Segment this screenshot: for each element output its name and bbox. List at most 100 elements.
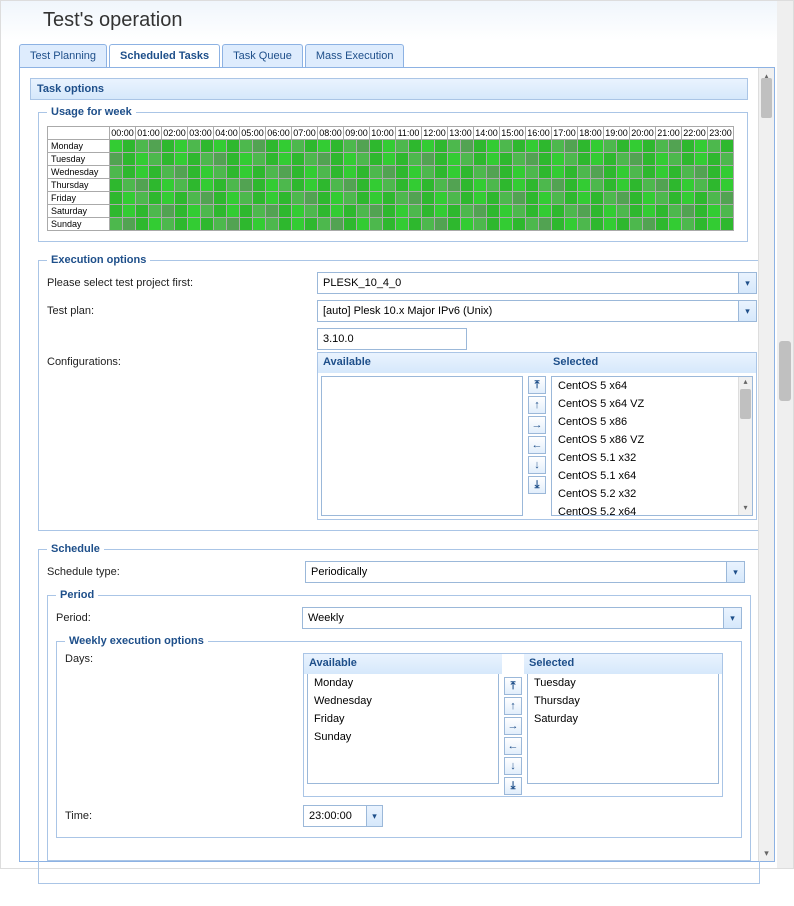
scroll-down-icon[interactable]: ▾: [739, 503, 752, 515]
list-item[interactable]: Friday: [308, 710, 498, 728]
list-item[interactable]: Sunday: [308, 728, 498, 746]
heatmap-cell: [279, 140, 292, 153]
scroll-thumb[interactable]: [761, 78, 772, 118]
heatmap-cell: [149, 218, 162, 231]
heatmap-cell: [500, 153, 513, 166]
move-left-button[interactable]: ←: [504, 737, 522, 755]
heatmap-cell: [214, 179, 227, 192]
heatmap-cell: [149, 205, 162, 218]
move-up-button[interactable]: ↑: [504, 697, 522, 715]
days-available-list[interactable]: MondayWednesdayFridaySunday: [307, 674, 499, 784]
time-select[interactable]: 23:00:00 ▾: [303, 805, 383, 827]
heatmap-cell: [617, 166, 630, 179]
heatmap-cell: [474, 166, 487, 179]
list-item[interactable]: Saturday: [528, 710, 718, 728]
hour-header: 12:00: [422, 127, 448, 140]
scroll-down-icon[interactable]: ▾: [759, 845, 774, 861]
project-value: PLESK_10_4_0: [323, 277, 401, 289]
hour-header: 01:00: [136, 127, 162, 140]
project-select[interactable]: PLESK_10_4_0 ▾: [317, 272, 757, 294]
list-item[interactable]: Tuesday: [528, 674, 718, 692]
heatmap-cell: [123, 179, 136, 192]
heatmap-cell: [721, 205, 734, 218]
move-bottom-button[interactable]: ⤓: [528, 476, 546, 494]
move-top-button[interactable]: ⤒: [504, 677, 522, 695]
heatmap-cell: [123, 218, 136, 231]
heatmap-cell: [513, 166, 526, 179]
tab-scheduled-tasks[interactable]: Scheduled Tasks: [109, 44, 220, 67]
list-item[interactable]: CentOS 5 x86 VZ: [552, 431, 752, 449]
window-scrollbar[interactable]: [777, 1, 793, 868]
heatmap-cell: [539, 218, 552, 231]
list-item[interactable]: Thursday: [528, 692, 718, 710]
list-item[interactable]: CentOS 5 x86: [552, 413, 752, 431]
list-item[interactable]: CentOS 5.2 x64: [552, 503, 752, 516]
scroll-up-icon[interactable]: ▴: [739, 377, 752, 389]
heatmap-cell: [565, 166, 578, 179]
list-item[interactable]: CentOS 5.2 x32: [552, 485, 752, 503]
heatmap-cell: [708, 166, 721, 179]
heatmap-cell: [409, 140, 422, 153]
heatmap-cell: [422, 205, 435, 218]
tab-mass-execution[interactable]: Mass Execution: [305, 44, 405, 67]
tab-task-queue[interactable]: Task Queue: [222, 44, 303, 67]
heatmap-cell: [604, 218, 617, 231]
scroll-thumb[interactable]: [779, 341, 791, 401]
tab-test-planning[interactable]: Test Planning: [19, 44, 107, 67]
day-label: Monday: [48, 140, 110, 153]
plan-select[interactable]: [auto] Plesk 10.x Major IPv6 (Unix) ▾: [317, 300, 757, 322]
heatmap-cell: [175, 205, 188, 218]
heatmap-cell: [682, 218, 695, 231]
heatmap-cell: [643, 192, 656, 205]
list-item[interactable]: Monday: [308, 674, 498, 692]
move-left-button[interactable]: ←: [528, 436, 546, 454]
heatmap-cell: [266, 153, 279, 166]
heatmap-cell: [214, 205, 227, 218]
move-right-button[interactable]: →: [528, 416, 546, 434]
weekly-legend: Weekly execution options: [65, 635, 208, 647]
move-bottom-button[interactable]: ⤓: [504, 777, 522, 795]
scroll-thumb[interactable]: [740, 389, 751, 419]
hour-header: 02:00: [162, 127, 188, 140]
heatmap-cell: [656, 205, 669, 218]
heatmap-cell: [578, 140, 591, 153]
heatmap-cell: [110, 205, 123, 218]
heatmap-cell: [305, 192, 318, 205]
list-item[interactable]: CentOS 5 x64 VZ: [552, 395, 752, 413]
heatmap-cell: [175, 166, 188, 179]
heatmap-cell: [435, 205, 448, 218]
day-label: Sunday: [48, 218, 110, 231]
heatmap-cell: [565, 140, 578, 153]
list-item[interactable]: CentOS 5.1 x64: [552, 467, 752, 485]
project-label: Please select test project first:: [47, 277, 317, 289]
move-up-button[interactable]: ↑: [528, 396, 546, 414]
schedule-type-select[interactable]: Periodically ▾: [305, 561, 745, 583]
heatmap-cell: [565, 179, 578, 192]
version-input[interactable]: 3.10.0: [317, 328, 467, 350]
move-right-button[interactable]: →: [504, 717, 522, 735]
heatmap-cell: [136, 166, 149, 179]
content-scrollbar[interactable]: ▴ ▾: [758, 68, 774, 861]
heatmap-cell: [695, 166, 708, 179]
heatmap-cell: [201, 140, 214, 153]
heatmap-cell: [422, 140, 435, 153]
move-top-button[interactable]: ⤒: [528, 376, 546, 394]
heatmap-cell: [123, 166, 136, 179]
move-down-button[interactable]: ↓: [504, 757, 522, 775]
heatmap-cell: [279, 166, 292, 179]
list-item[interactable]: Wednesday: [308, 692, 498, 710]
heatmap-cell: [669, 166, 682, 179]
config-selected-list[interactable]: ▴ ▾ CentOS 5 x64CentOS 5 x64 VZCentOS 5 …: [551, 376, 753, 516]
list-item[interactable]: CentOS 5 x64: [552, 377, 752, 395]
period-select[interactable]: Weekly ▾: [302, 607, 742, 629]
heatmap-cell: [409, 153, 422, 166]
heatmap-cell: [214, 140, 227, 153]
weekly-fieldset: Weekly execution options Days: Available…: [56, 635, 742, 838]
heatmap-cell: [123, 140, 136, 153]
move-down-button[interactable]: ↓: [528, 456, 546, 474]
heatmap-cell: [630, 166, 643, 179]
list-item[interactable]: CentOS 5.1 x32: [552, 449, 752, 467]
config-available-list[interactable]: [321, 376, 523, 516]
days-selected-list[interactable]: TuesdayThursdaySaturday: [527, 674, 719, 784]
list-scrollbar[interactable]: ▴ ▾: [738, 377, 752, 515]
